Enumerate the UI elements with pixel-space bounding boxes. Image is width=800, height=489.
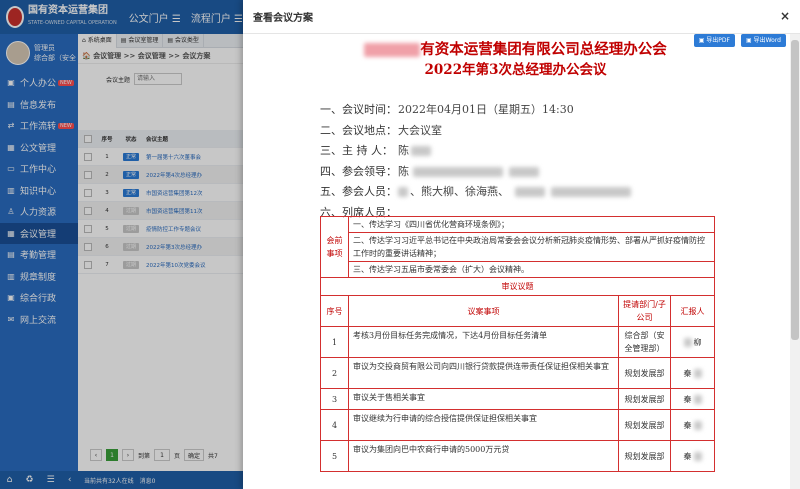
agenda-col-dept: 提请部门/子公司: [619, 296, 671, 326]
pre-items-row: 会前 事项 一、传达学习《四川省优化营商环境条例》； 二、传达学习习近平总书记在中…: [321, 217, 714, 278]
close-icon[interactable]: ×: [780, 9, 790, 23]
info-row: 四、参会领导：陈: [320, 162, 631, 183]
redacted-block: [509, 166, 539, 177]
info-value-text: 大会议室: [398, 123, 442, 137]
meeting-info: 一、会议时间： 2022年04月01日（星期五）14:30 二、会议地点： 大会议室三…: [320, 100, 631, 223]
agenda-reporter: 秦: [671, 389, 714, 409]
info-label: 三、主 持 人：: [320, 144, 393, 157]
pre-item: 三、传达学习五届市委常委会（扩大）会议精神。: [353, 265, 529, 274]
modal-backdrop[interactable]: [0, 0, 243, 489]
agenda-reporter-text: 秦: [683, 368, 692, 378]
info-value-text: 、熊大柳、徐海燕、: [410, 185, 509, 198]
agenda-reporter: 秦: [671, 410, 714, 440]
info-row: 二、会议地点： 大会议室: [320, 121, 631, 142]
agenda-row: 5 审议为集团向巴中农商行申请的5000万元贷 规划发展部 秦: [321, 441, 714, 471]
agenda-reporter-text: 秦: [683, 451, 692, 461]
info-value: 、熊大柳、徐海燕、: [398, 182, 631, 203]
info-row: 五、参会人员： 、熊大柳、徐海燕、: [320, 182, 631, 203]
agenda-reporter: 柳: [671, 327, 714, 357]
info-value-text: 陈: [398, 164, 409, 178]
agenda-col-item: 议案事项: [349, 296, 619, 326]
info-value: 陈: [398, 141, 431, 162]
agenda-dept: 规划发展部: [619, 389, 671, 409]
agenda-header-row: 序号 议案事项 提请部门/子公司 汇报人: [321, 296, 714, 327]
info-value-text: 2022年04月01日（星期五）14:30: [398, 103, 574, 116]
agenda-reporter: 秦: [671, 358, 714, 388]
redacted-block: [693, 420, 702, 430]
agenda-no: 1: [321, 327, 349, 357]
agenda-reporter-text: 柳: [693, 337, 702, 347]
agenda-no: 3: [321, 389, 349, 409]
info-label: 一、会议时间：: [320, 103, 397, 116]
info-value-text: 陈: [398, 144, 409, 157]
dialog-title: 查看会议方案: [243, 0, 800, 34]
doc-title-line2: 2022年第3次总经理办公会议: [424, 62, 607, 78]
agenda-dept: 综合部（安全管理部）: [619, 327, 671, 357]
agenda-row: 1 考核3月份目标任务完成情况，下达4月份目标任务清单 综合部（安全管理部） 柳: [321, 327, 714, 358]
agenda-item: 考核3月份目标任务完成情况，下达4月份目标任务清单: [349, 327, 619, 357]
redacted-block: [398, 187, 408, 197]
agenda-no: 4: [321, 410, 349, 440]
redacted-block: [693, 451, 702, 461]
agenda-col-reporter: 汇报人: [680, 306, 705, 316]
agenda-no: 2: [321, 358, 349, 388]
redacted-block: [411, 146, 431, 156]
redacted-block: [693, 394, 702, 404]
info-value: 大会议室: [398, 121, 442, 142]
info-row: 三、主 持 人： 陈: [320, 141, 631, 162]
document-body: 有资本运营集团有限公司总经理办公会 2022年第3次总经理办公会议 一、会议时间…: [243, 38, 788, 489]
agenda-row: 3 审议关于售相关事宜 规划发展部 秦: [321, 389, 714, 410]
pre-items-label: 会前 事项: [321, 217, 349, 277]
agenda-col-no: 序号: [321, 296, 349, 326]
agenda-reporter: 秦: [671, 441, 714, 471]
redacted-block: [413, 166, 503, 177]
redacted-block: [683, 337, 692, 347]
info-label: 五、参会人员：: [320, 185, 397, 198]
agenda-heading-row: 审议议题: [321, 278, 714, 296]
agenda-dept: 规划发展部: [619, 410, 671, 440]
agenda-row: 2 审议为交投商贸有限公司向四川银行贷款提供连带责任保证担保相关事宜 规划发展部 秦: [321, 358, 714, 389]
meeting-plan-dialog: 查看会议方案 × ▣ 导出PDF ▣ 导出Word 有资本运营集团有限公司总经理…: [243, 0, 800, 489]
agenda-item: 审议为集团向巴中农商行申请的5000万元贷: [349, 441, 619, 471]
redacted-block: [551, 187, 631, 197]
redacted-block: [364, 43, 421, 57]
info-label: 四、参会领导：: [320, 164, 397, 178]
agenda-no: 5: [321, 441, 349, 471]
agenda-item: 审议为交投商贸有限公司向四川银行贷款提供连带责任保证担保相关事宜: [349, 358, 619, 388]
info-row: 一、会议时间： 2022年04月01日（星期五）14:30: [320, 100, 631, 121]
redacted-block: [515, 187, 545, 197]
agenda-reporter-text: 秦: [683, 420, 692, 430]
agenda-item: 审议继续为行申请的综合授信提供保证担保相关事宜: [349, 410, 619, 440]
agenda-dept: 规划发展部: [619, 441, 671, 471]
doc-title-line1: 有资本运营集团有限公司总经理办公会: [243, 40, 788, 60]
agenda-reporter-text: 秦: [683, 394, 692, 404]
agenda-item: 审议关于售相关事宜: [349, 389, 619, 409]
info-label: 二、会议地点：: [320, 123, 397, 137]
agenda-dept: 规划发展部: [619, 358, 671, 388]
info-value: 2022年04月01日（星期五）14:30: [398, 100, 574, 121]
scrollbar-thumb[interactable]: [791, 40, 799, 340]
pre-item: 一、传达学习《四川省优化营商环境条例》；: [349, 217, 714, 233]
pre-item: 二、传达学习习近平总书记在中央政治局常委会会议分析新冠肺炎疫情形势、部署从严抓好…: [349, 233, 714, 262]
doc-title-text: 有资本运营集团有限公司总经理办公会: [420, 41, 667, 58]
info-value: 陈: [398, 162, 539, 183]
agenda-row: 4 审议继续为行申请的综合授信提供保证担保相关事宜 规划发展部 秦: [321, 410, 714, 441]
agenda-table: 会前 事项 一、传达学习《四川省优化营商环境条例》； 二、传达学习习近平总书记在中…: [320, 216, 715, 472]
redacted-block: [693, 368, 702, 378]
pre-items-list: 一、传达学习《四川省优化营商环境条例》； 二、传达学习习近平总书记在中央政治局常委…: [349, 217, 714, 277]
agenda-heading: 审议议题: [501, 282, 534, 291]
